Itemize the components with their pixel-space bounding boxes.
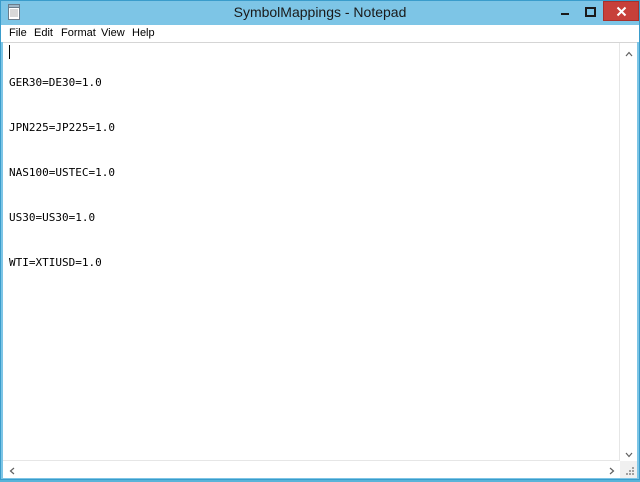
menu-format[interactable]: Format bbox=[61, 27, 96, 41]
maximize-button[interactable] bbox=[578, 1, 603, 21]
chevron-down-icon bbox=[625, 443, 633, 462]
document-line: GER30=DE30=1.0 bbox=[9, 76, 102, 89]
scroll-down-button[interactable] bbox=[620, 444, 637, 461]
chevron-up-icon bbox=[625, 42, 633, 61]
text-editor[interactable]: GER30=DE30=1.0 JPN225=JP225=1.0 NAS100=U… bbox=[3, 42, 637, 478]
close-button[interactable] bbox=[603, 1, 639, 21]
maximize-icon bbox=[585, 2, 596, 21]
menu-bar: File Edit Format View Help bbox=[1, 25, 639, 42]
size-grip[interactable] bbox=[620, 461, 637, 478]
document-line: US30=US30=1.0 bbox=[9, 211, 96, 224]
document-text[interactable]: GER30=DE30=1.0 JPN225=JP225=1.0 NAS100=U… bbox=[9, 45, 620, 461]
close-icon bbox=[616, 2, 627, 21]
minimize-icon bbox=[560, 2, 570, 21]
horizontal-scrollbar[interactable] bbox=[3, 460, 620, 478]
window-title: SymbolMappings - Notepad bbox=[233, 4, 407, 20]
text-caret bbox=[9, 45, 10, 59]
notepad-window: SymbolMappings - Notepad File Edit Forma… bbox=[0, 0, 640, 480]
vertical-scrollbar[interactable] bbox=[619, 43, 637, 461]
chevron-left-icon bbox=[9, 460, 15, 479]
title-bar[interactable]: SymbolMappings - Notepad bbox=[1, 1, 639, 25]
scroll-up-button[interactable] bbox=[620, 43, 637, 60]
document-line: WTI=XTIUSD=1.0 bbox=[9, 256, 102, 269]
menu-view[interactable]: View bbox=[101, 27, 125, 41]
scroll-right-button[interactable] bbox=[603, 461, 620, 478]
menu-help[interactable]: Help bbox=[132, 27, 155, 41]
document-line: NAS100=USTEC=1.0 bbox=[9, 166, 115, 179]
scroll-left-button[interactable] bbox=[3, 461, 20, 478]
menu-file[interactable]: File bbox=[9, 27, 27, 41]
chevron-right-icon bbox=[609, 460, 615, 479]
minimize-button[interactable] bbox=[552, 1, 578, 21]
menu-edit[interactable]: Edit bbox=[34, 27, 53, 41]
resize-grip-icon bbox=[620, 463, 637, 482]
document-line: JPN225=JP225=1.0 bbox=[9, 121, 115, 134]
